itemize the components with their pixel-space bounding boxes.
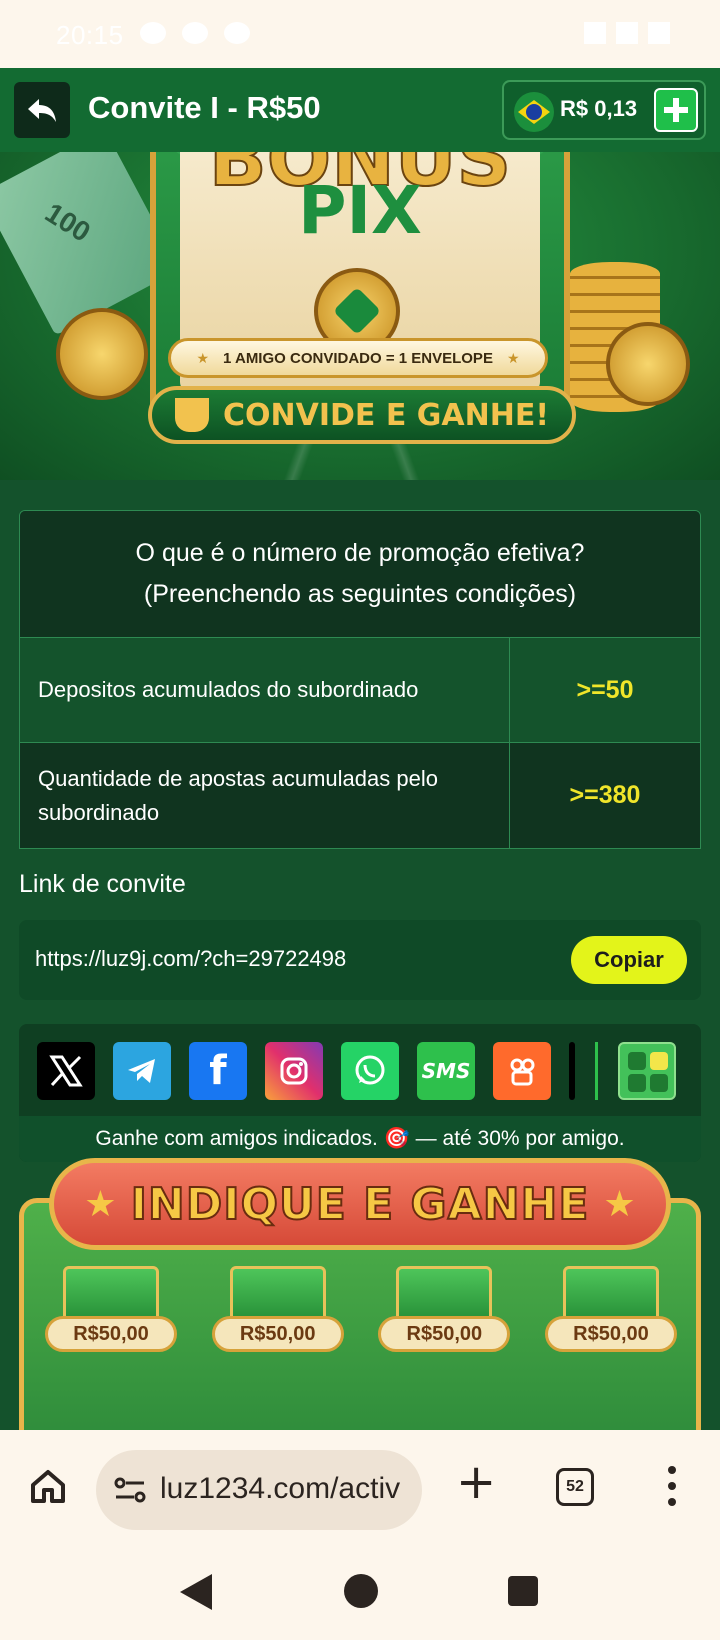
back-arrow-icon bbox=[28, 99, 56, 122]
battery-icon bbox=[648, 22, 670, 44]
prize-amount: R$50,00 bbox=[378, 1316, 511, 1352]
address-bar[interactable]: luz1234.com/activ bbox=[96, 1450, 422, 1530]
indique-banner: ★ INDIQUE E GANHE ★ R$50,00 R$50,00 R$50… bbox=[19, 1148, 701, 1430]
star-icon: ★ bbox=[196, 349, 210, 366]
balance-box: R$ 0,13 bbox=[502, 80, 706, 140]
more-menu-button[interactable] bbox=[662, 1466, 682, 1506]
page-title: Convite I - R$50 bbox=[88, 90, 321, 125]
table-row: Quantidade de apostas acumuladas pelo su… bbox=[20, 743, 700, 848]
system-nav-bar bbox=[0, 1544, 720, 1640]
prize-amount: R$50,00 bbox=[544, 1316, 677, 1352]
nav-recents-icon[interactable] bbox=[508, 1576, 538, 1606]
indique-title: INDIQUE E GANHE bbox=[130, 1178, 590, 1231]
tab-switcher-button[interactable]: 52 bbox=[556, 1468, 594, 1506]
condition-value: >=50 bbox=[576, 675, 634, 704]
system-icons bbox=[584, 22, 670, 44]
prize-amount: R$50,00 bbox=[211, 1316, 344, 1352]
nav-home-icon[interactable] bbox=[344, 1574, 378, 1608]
add-funds-button[interactable] bbox=[654, 88, 698, 132]
status-bar: 20:15 bbox=[0, 0, 720, 68]
partial-share-icon[interactable] bbox=[569, 1042, 575, 1100]
address-text[interactable]: luz1234.com/activ bbox=[160, 1472, 408, 1506]
back-button[interactable] bbox=[14, 82, 70, 138]
chat-icon bbox=[140, 22, 166, 44]
table-row: Depositos acumulados do subordinado >=50 bbox=[20, 638, 700, 743]
signal-icon bbox=[616, 22, 638, 44]
trophy-icon bbox=[174, 398, 209, 432]
status-time: 20:15 bbox=[56, 20, 124, 50]
prize-envelope[interactable]: R$50,00 bbox=[208, 1266, 348, 1376]
prize-amount: R$50,00 bbox=[45, 1316, 177, 1352]
copy-button[interactable]: Copiar bbox=[571, 936, 687, 984]
app-icon bbox=[224, 22, 250, 44]
star-icon: ★ bbox=[84, 1183, 117, 1224]
browser-toolbar: luz1234.com/activ + 52 bbox=[0, 1430, 720, 1544]
star-icon: ★ bbox=[506, 349, 520, 366]
sms-icon[interactable]: SMS bbox=[417, 1042, 475, 1100]
convide-cta: CONVIDE E GANHE! bbox=[148, 386, 576, 444]
promo-conditions-table: O que é o número de promoção efetiva? (P… bbox=[19, 510, 701, 849]
prize-envelope[interactable]: R$50,00 bbox=[41, 1266, 181, 1376]
divider bbox=[595, 1042, 598, 1100]
promo-table-header: O que é o número de promoção efetiva? (P… bbox=[20, 511, 700, 638]
whatsapp-icon[interactable] bbox=[341, 1042, 399, 1100]
balance-value: R$ 0,13 bbox=[560, 96, 638, 121]
site-settings-icon[interactable] bbox=[114, 1476, 146, 1504]
invite-link-box: https://luz9j.com/?ch=29722498 Copiar bbox=[19, 920, 701, 1000]
kwai-icon[interactable] bbox=[493, 1042, 551, 1100]
condition-value: >=380 bbox=[569, 781, 641, 809]
condition-label: Quantidade de apostas acumuladas pelo su… bbox=[20, 743, 510, 848]
tiktok-icon bbox=[182, 22, 208, 44]
home-icon bbox=[31, 1470, 65, 1503]
home-button[interactable] bbox=[28, 1466, 68, 1506]
main-content: O que é o número de promoção efetiva? (P… bbox=[0, 480, 720, 1430]
share-icons-row: f SMS bbox=[37, 1042, 676, 1100]
envelope-rule-pill: ★ 1 AMIGO CONVIDADO = 1 ENVELOPE ★ bbox=[168, 338, 548, 378]
prize-envelopes: R$50,00 R$50,00 R$50,00 R$50,00 bbox=[41, 1266, 681, 1376]
app-header: Convite I - R$50 R$ 0,13 bbox=[0, 68, 720, 152]
soccer-coin-icon bbox=[606, 322, 690, 406]
notification-icons bbox=[140, 22, 250, 44]
promo-banner: 100 BONUS PIX ★ 1 AMIGO CONVIDADO = 1 EN… bbox=[0, 152, 720, 480]
telegram-icon[interactable] bbox=[113, 1042, 171, 1100]
new-tab-button[interactable]: + bbox=[456, 1458, 496, 1506]
share-panel: f SMS Ganhe com amigos indicados. 🎯 — at… bbox=[19, 1024, 701, 1162]
x-icon[interactable] bbox=[37, 1042, 95, 1100]
invite-link-url[interactable]: https://luz9j.com/?ch=29722498 bbox=[35, 946, 346, 972]
brazil-flag-icon bbox=[514, 92, 554, 132]
star-icon: ★ bbox=[603, 1183, 636, 1224]
prize-envelope[interactable]: R$50,00 bbox=[541, 1266, 681, 1376]
wifi-icon bbox=[584, 22, 606, 44]
plus-icon bbox=[664, 98, 688, 122]
facebook-icon[interactable]: f bbox=[189, 1042, 247, 1100]
indique-ribbon: ★ INDIQUE E GANHE ★ bbox=[49, 1158, 671, 1250]
instagram-icon[interactable] bbox=[265, 1042, 323, 1100]
nav-back-icon[interactable] bbox=[180, 1574, 212, 1610]
prize-envelope[interactable]: R$50,00 bbox=[374, 1266, 514, 1376]
soccer-coin-icon bbox=[56, 308, 148, 400]
more-apps-icon[interactable] bbox=[618, 1042, 676, 1100]
condition-label: Depositos acumulados do subordinado bbox=[20, 638, 510, 742]
pix-title: PIX bbox=[298, 172, 422, 249]
invite-link-label: Link de convite bbox=[19, 870, 186, 898]
